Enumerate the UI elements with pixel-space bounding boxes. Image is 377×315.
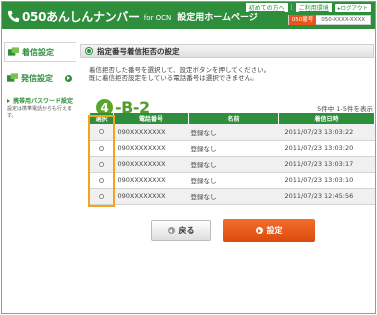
select-cell <box>89 172 114 189</box>
set-button-label: 設定 <box>266 226 283 235</box>
name-cell: 登録なし <box>188 172 279 189</box>
back-button[interactable]: 戻る <box>151 220 211 241</box>
environment-link[interactable]: ご利用環境 <box>295 3 332 12</box>
header-links: 初めての方へ | ご利用環境 ▸ログアウト <box>245 3 371 12</box>
set-icon <box>255 227 263 234</box>
select-cell <box>89 124 114 141</box>
section-bullet-icon <box>86 48 92 54</box>
first-time-link[interactable]: 初めての方へ <box>245 3 288 12</box>
set-button[interactable]: 設定 <box>223 219 315 242</box>
sidebar-item-label: 着信設定 <box>22 47 54 57</box>
incoming-call-icon <box>8 47 19 56</box>
date-cell: 2011/07/23 13:03:20 <box>278 140 375 157</box>
date-cell: 2011/07/23 13:03:17 <box>278 156 375 173</box>
logo: 050あんしんナンバー for OCN 設定用ホームページ <box>7 8 258 24</box>
number-label: 050番号 <box>288 15 317 25</box>
mobile-password-label: 携帯用パスワード設定 <box>13 98 74 105</box>
table-row: 090XXXXXXXX 登録なし 2011/07/23 13:03:10 <box>89 172 375 189</box>
phone-number-cell: 090XXXXXXXX <box>113 188 189 205</box>
phone-number-cell: 090XXXXXXXX <box>113 140 189 157</box>
logout-button[interactable]: ▸ログアウト <box>334 3 371 12</box>
sidebar-item-incoming[interactable]: 着信設定 <box>4 42 76 62</box>
call-history-table: 選択 電話番号 名前 着信日時 090XXXXXXXX 登録なし 2011/07… <box>89 113 375 205</box>
back-icon <box>167 227 175 234</box>
radio-icon[interactable] <box>99 129 104 135</box>
radio-icon[interactable] <box>99 161 104 167</box>
mobile-password-text: 設定は携帯電話からも行えます。 <box>7 106 73 119</box>
brand-name: 050あんしんナンバー <box>22 9 140 24</box>
user-number-box: 050番号 050-XXXX-XXXX <box>287 15 371 25</box>
mobile-password-title: 携帯用パスワード設定 <box>7 96 73 105</box>
sidebar-item-outgoing[interactable]: 発信設定 <box>4 68 76 88</box>
sidebar-item-label: 発信設定 <box>21 73 53 83</box>
instructions: 着信拒否した番号を選択して、設定ボタンを押してください。 既に着信拒否設定をして… <box>89 66 374 82</box>
select-cell <box>89 140 114 157</box>
name-cell: 登録なし <box>188 188 279 205</box>
date-cell: 2011/07/23 13:03:22 <box>278 124 375 141</box>
instruction-line-1: 着信拒否した番号を選択して、設定ボタンを押してください。 <box>89 66 271 74</box>
section-title: 指定番号着信拒否の設定 <box>97 46 180 56</box>
back-button-label: 戻る <box>178 226 195 235</box>
column-header-select: 選択 <box>89 113 114 124</box>
select-cell <box>89 156 114 173</box>
number-value: 050-XXXX-XXXX <box>321 17 365 23</box>
name-cell: 登録なし <box>188 140 279 157</box>
result-count: 5件中 1-5件を表示 <box>317 105 373 113</box>
header: 050あんしんナンバー for OCN 設定用ホームページ 初めての方へ | ご… <box>2 2 375 29</box>
main-content: 指定番号着信拒否の設定 着信拒否した番号を選択して、設定ボタンを押してください。… <box>80 44 375 314</box>
phone-number-cell: 090XXXXXXXX <box>113 124 189 141</box>
arrow-right-icon <box>7 98 11 103</box>
table-row: 090XXXXXXXX 登録なし 2011/07/23 13:03:20 <box>89 140 375 157</box>
phone-number-cell: 090XXXXXXXX <box>113 172 189 189</box>
column-header-number: 電話番号 <box>113 113 189 124</box>
sidebar: 着信設定 発信設定 携帯用パスワード設定 設定は携帯電話からも行えます。 <box>2 36 78 120</box>
link-separator: | <box>290 4 293 11</box>
mobile-password-box[interactable]: 携帯用パスワード設定 設定は携帯電話からも行えます。 <box>4 94 76 120</box>
page-frame: 050あんしんナンバー for OCN 設定用ホームページ 初めての方へ | ご… <box>1 1 376 314</box>
date-cell: 2011/07/23 12:45:56 <box>278 188 375 205</box>
table-header-row: 選択 電話番号 名前 着信日時 <box>89 113 375 124</box>
column-header-name: 名前 <box>188 113 279 124</box>
phone-icon <box>7 10 20 22</box>
radio-icon[interactable] <box>99 193 104 199</box>
date-cell: 2011/07/23 13:03:10 <box>278 172 375 189</box>
table-row: 090XXXXXXXX 登録なし 2011/07/23 13:03:17 <box>89 156 375 173</box>
arrow-right-icon <box>65 74 72 82</box>
section-header: 指定番号着信拒否の設定 <box>80 44 374 58</box>
phone-number-cell: 090XXXXXXXX <box>113 156 189 173</box>
instruction-line-2: 既に着信拒否設定をしている電話番号は選択できません。 <box>89 74 258 82</box>
radio-icon[interactable] <box>99 177 104 183</box>
select-cell <box>89 188 114 205</box>
name-cell: 登録なし <box>188 156 279 173</box>
table-row: 090XXXXXXXX 登録なし 2011/07/23 12:45:56 <box>89 188 375 205</box>
brand-suffix: for OCN <box>143 13 172 22</box>
radio-icon[interactable] <box>99 145 104 151</box>
outgoing-call-icon <box>7 73 18 82</box>
column-header-date: 着信日時 <box>278 113 375 124</box>
name-cell: 登録なし <box>188 124 279 141</box>
table-row: 090XXXXXXXX 登録なし 2011/07/23 13:03:22 <box>89 124 375 141</box>
